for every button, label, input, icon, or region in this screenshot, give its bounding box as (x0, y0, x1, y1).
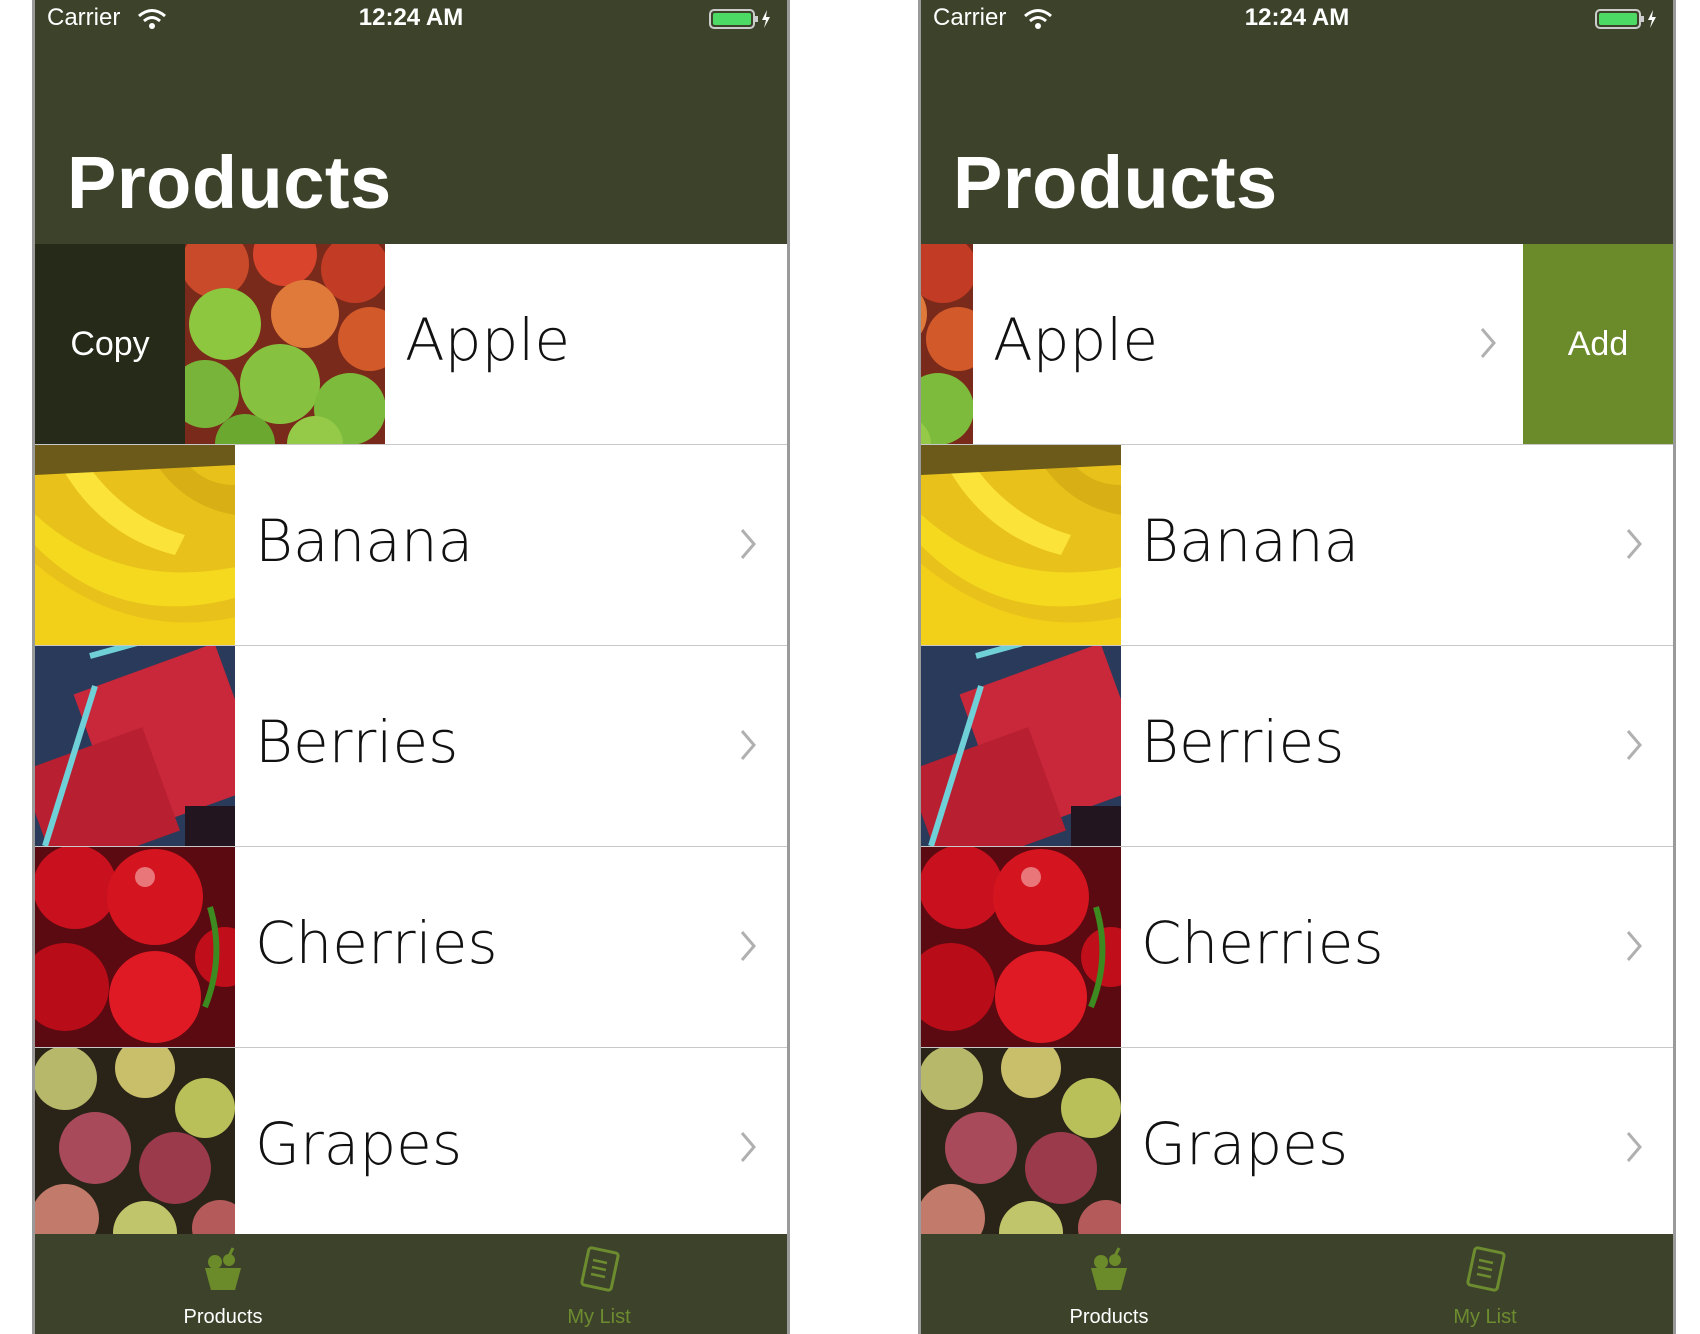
navigation-bar: Carrier 12:24 AM Products (921, 0, 1673, 244)
copy-action-label: Copy (70, 324, 150, 363)
status-time: 12:24 AM (358, 4, 464, 31)
banana-thumbnail (35, 445, 235, 645)
chevron-right-icon (739, 527, 757, 566)
product-label-apple: Apple (993, 306, 1159, 374)
berries-thumbnail (921, 646, 1121, 846)
product-label-berries: Berries (255, 708, 459, 776)
product-row-grapes[interactable]: Grapes (35, 1048, 787, 1249)
tab-bar: Products My List (921, 1234, 1673, 1334)
product-row-apple[interactable]: Copy Apple (35, 244, 787, 445)
cherries-thumbnail (921, 847, 1121, 1047)
product-label-cherries: Cherries (255, 909, 498, 977)
chevron-right-icon (1625, 728, 1643, 767)
status-time: 12:24 AM (1244, 4, 1350, 31)
left-screen: Carrier 12:24 AM Products Copy Apple Ban… (32, 0, 790, 1334)
product-row-cherries[interactable]: Cherries (35, 847, 787, 1048)
product-label-banana: Banana (1141, 507, 1360, 575)
tab-products[interactable]: Products (921, 1234, 1297, 1334)
product-label-berries: Berries (1141, 708, 1345, 776)
tab-my-list[interactable]: My List (1297, 1234, 1673, 1334)
chevron-right-icon (739, 1130, 757, 1169)
list-icon (1461, 1246, 1509, 1299)
cherries-thumbnail (35, 847, 235, 1047)
page-title: Products (67, 141, 392, 224)
add-action-button[interactable]: Add (1523, 244, 1673, 444)
product-label-grapes: Grapes (1141, 1110, 1349, 1178)
tab-label-products: Products (1069, 1306, 1149, 1328)
apple-thumbnail (921, 244, 973, 444)
fruit-basket-icon (199, 1246, 247, 1299)
product-row-berries[interactable]: Berries (35, 646, 787, 847)
copy-action-button[interactable]: Copy (35, 244, 185, 444)
battery-icon (709, 8, 773, 35)
tab-products[interactable]: Products (35, 1234, 411, 1334)
tab-bar: Products My List (35, 1234, 787, 1334)
banana-thumbnail (921, 445, 1121, 645)
product-label-banana: Banana (255, 507, 474, 575)
product-row-apple[interactable]: Apple Add (921, 244, 1673, 445)
tab-my-list[interactable]: My List (411, 1234, 787, 1334)
chevron-right-icon (1625, 527, 1643, 566)
product-label-cherries: Cherries (1141, 909, 1384, 977)
product-row-banana[interactable]: Banana (921, 445, 1673, 646)
grapes-thumbnail (35, 1048, 235, 1248)
chevron-right-icon (739, 929, 757, 968)
berries-thumbnail (35, 646, 235, 846)
tab-label-products: Products (183, 1306, 263, 1328)
grapes-thumbnail (921, 1048, 1121, 1248)
list-icon (575, 1246, 623, 1299)
tab-label-my-list: My List (1453, 1306, 1517, 1328)
status-bar: Carrier 12:24 AM (921, 0, 1673, 40)
product-row-cherries[interactable]: Cherries (921, 847, 1673, 1048)
product-label-apple: Apple (405, 306, 571, 374)
battery-icon (1595, 8, 1659, 35)
navigation-bar: Carrier 12:24 AM Products (35, 0, 787, 244)
tab-label-my-list: My List (567, 1306, 631, 1328)
apple-thumbnail (185, 244, 385, 444)
page-title: Products (953, 141, 1278, 224)
status-bar: Carrier 12:24 AM (35, 0, 787, 40)
fruit-basket-icon (1085, 1246, 1133, 1299)
chevron-right-icon (1479, 326, 1497, 365)
right-screen: Carrier 12:24 AM Products Apple Add Bana… (918, 0, 1676, 1334)
chevron-right-icon (1625, 929, 1643, 968)
chevron-right-icon (739, 728, 757, 767)
add-action-label: Add (1567, 324, 1629, 363)
product-row-banana[interactable]: Banana (35, 445, 787, 646)
product-row-berries[interactable]: Berries (921, 646, 1673, 847)
product-label-grapes: Grapes (255, 1110, 463, 1178)
product-row-grapes[interactable]: Grapes (921, 1048, 1673, 1249)
chevron-right-icon (1625, 1130, 1643, 1169)
